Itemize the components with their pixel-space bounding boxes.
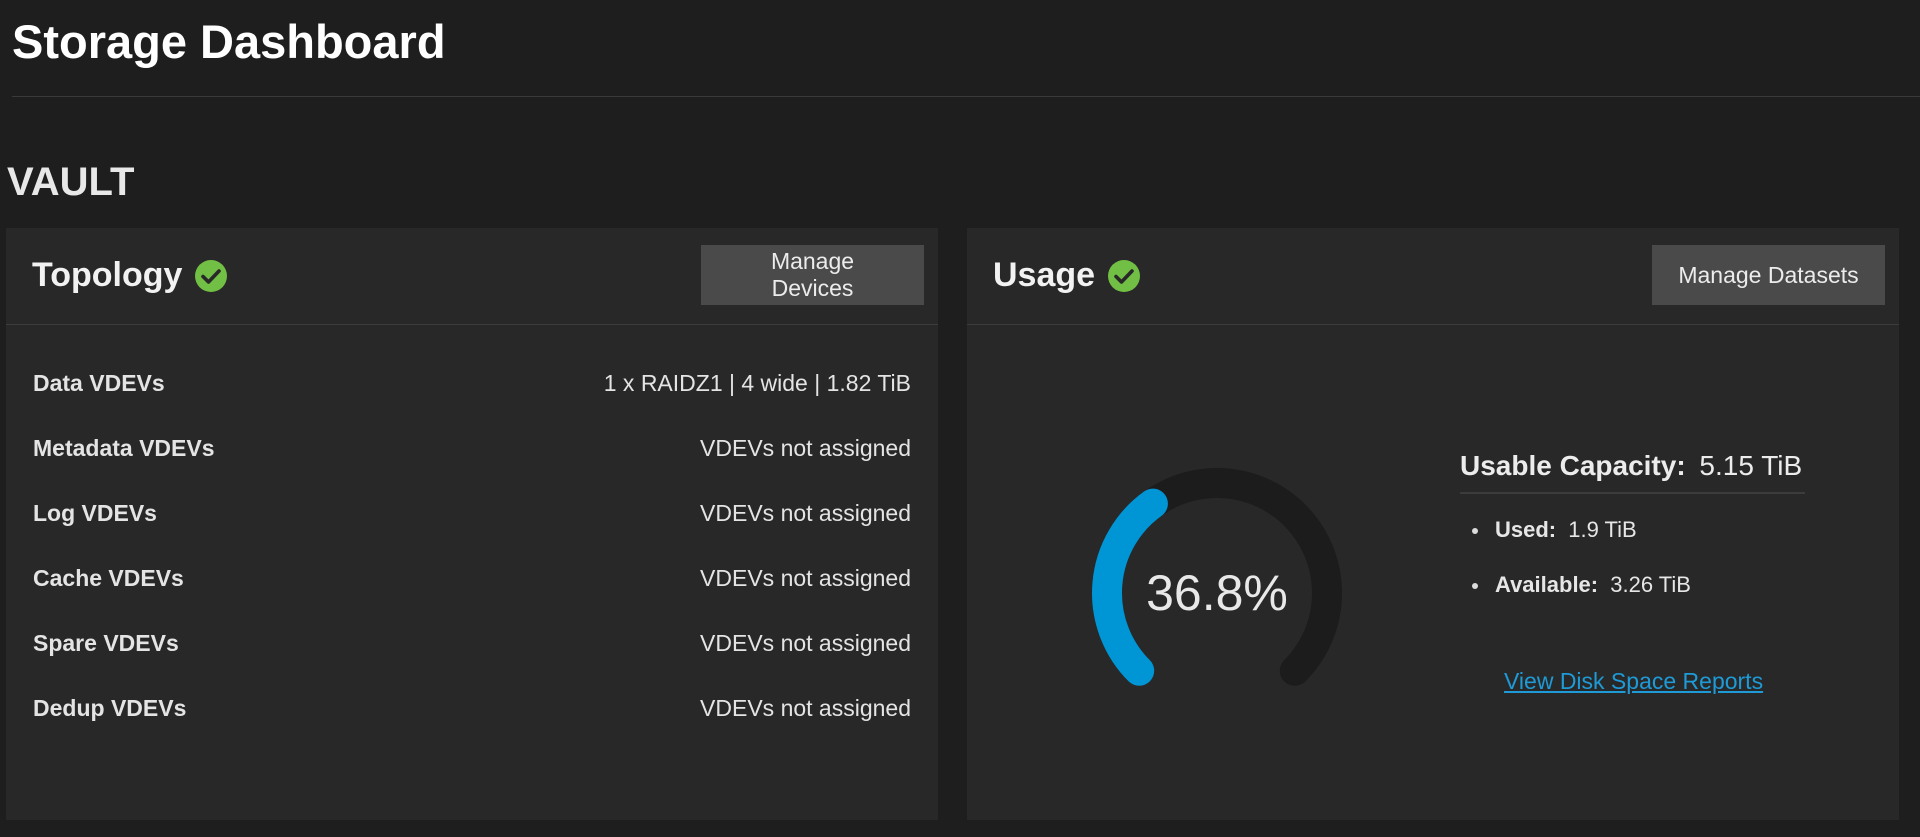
usage-title: Usage xyxy=(993,256,1141,295)
vdev-row-cache: Cache VDEVs VDEVs not assigned xyxy=(33,563,911,593)
manage-datasets-button[interactable]: Manage Datasets xyxy=(1652,245,1885,305)
title-divider xyxy=(12,96,1920,97)
usage-title-text: Usage xyxy=(993,256,1096,294)
vdev-row-dedup: Dedup VDEVs VDEVs not assigned xyxy=(33,693,911,723)
topology-title: Topology xyxy=(32,256,228,295)
vdev-label: Spare VDEVs xyxy=(33,629,179,656)
usage-percent: 36.8% xyxy=(1146,565,1288,621)
manage-devices-button[interactable]: Manage Devices xyxy=(701,245,924,305)
page-title: Storage Dashboard xyxy=(12,15,446,68)
vdev-value: VDEVs not assigned xyxy=(700,564,911,591)
available-value: 3.26 TiB xyxy=(1610,572,1691,597)
vdev-value: VDEVs not assigned xyxy=(700,694,911,721)
usable-capacity: Usable Capacity: 5.15 TiB xyxy=(1460,450,1805,494)
vdev-label: Log VDEVs xyxy=(33,499,157,526)
used-stat: Used: 1.9 TiB xyxy=(1470,512,1691,567)
vdev-row-data: Data VDEVs 1 x RAIDZ1 | 4 wide | 1.82 Ti… xyxy=(33,368,911,398)
vdev-label: Dedup VDEVs xyxy=(33,694,187,721)
vdev-value: VDEVs not assigned xyxy=(700,499,911,526)
view-disk-space-reports-link[interactable]: View Disk Space Reports xyxy=(1504,668,1763,695)
usage-card: Usage Manage Datasets 36.8% Usable Capac… xyxy=(967,228,1899,820)
vdev-value: 1 x RAIDZ1 | 4 wide | 1.82 TiB xyxy=(603,369,911,396)
used-value: 1.9 TiB xyxy=(1568,517,1637,542)
vdev-label: Metadata VDEVs xyxy=(33,434,215,461)
topology-card: Topology Manage Devices Data VDEVs 1 x R… xyxy=(6,228,938,820)
vdev-label: Cache VDEVs xyxy=(33,564,184,591)
check-circle-icon xyxy=(1108,259,1141,292)
usage-card-header: Usage Manage Datasets xyxy=(967,228,1899,325)
usage-stats-list: Used: 1.9 TiB Available: 3.26 TiB xyxy=(1470,512,1691,622)
vdev-value: VDEVs not assigned xyxy=(700,629,911,656)
vdev-row-metadata: Metadata VDEVs VDEVs not assigned xyxy=(33,433,911,463)
available-stat: Available: 3.26 TiB xyxy=(1470,567,1691,622)
available-label: Available: xyxy=(1495,572,1599,597)
vdev-label: Data VDEVs xyxy=(33,369,165,396)
topology-card-header: Topology Manage Devices xyxy=(6,228,938,325)
pool-name: VAULT xyxy=(7,160,135,204)
vdev-row-spare: Spare VDEVs VDEVs not assigned xyxy=(33,628,911,658)
topology-title-text: Topology xyxy=(32,256,183,294)
capacity-label: Usable Capacity: xyxy=(1460,450,1686,481)
vdev-row-log: Log VDEVs VDEVs not assigned xyxy=(33,498,911,528)
capacity-value: 5.15 TiB xyxy=(1699,450,1803,481)
vdev-value: VDEVs not assigned xyxy=(700,434,911,461)
check-circle-icon xyxy=(195,259,228,292)
used-label: Used: xyxy=(1495,517,1557,542)
